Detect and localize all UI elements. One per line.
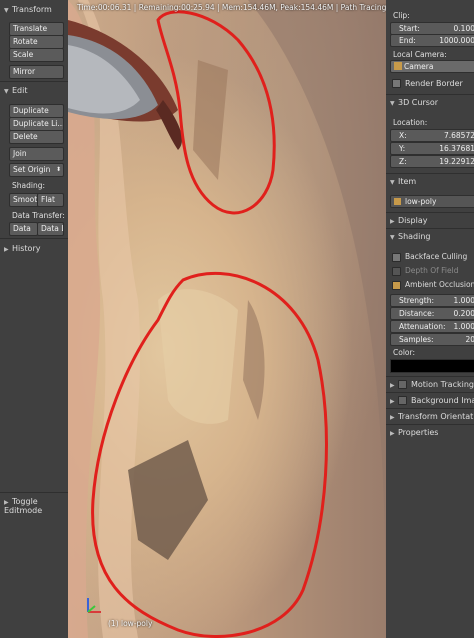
- divider: [386, 228, 474, 229]
- cursor-x-field[interactable]: X: 7.68572: [390, 129, 474, 142]
- collapsed-arrow-icon: ▶: [390, 430, 395, 437]
- delete-button[interactable]: Delete: [9, 130, 64, 144]
- ao-distance-field[interactable]: Distance: 0.200: [390, 307, 474, 320]
- backface-culling-checkbox[interactable]: Backface Culling: [386, 250, 474, 264]
- expand-arrow-icon: ▼: [390, 234, 395, 241]
- smooth-button[interactable]: Smoot: [9, 193, 39, 207]
- expand-arrow-icon: ▼: [390, 100, 395, 107]
- 3d-viewport[interactable]: Time:00:06.31 | Remaining:00:25.94 | Mem…: [68, 0, 386, 638]
- edit-panel-header[interactable]: ▼ Edit: [0, 83, 28, 98]
- render-status-text: Time:00:06.31 | Remaining:00:25.94 | Mem…: [77, 3, 386, 12]
- collapsed-arrow-icon: ▶: [390, 382, 395, 389]
- translate-button[interactable]: Translate: [9, 22, 64, 36]
- background-images-panel-header[interactable]: ▶ Background Ima: [386, 394, 474, 408]
- cursor-z-field[interactable]: Z: 19.22912: [390, 155, 474, 168]
- ao-color-label: Color:: [393, 348, 415, 357]
- checkbox-checked-icon: [392, 280, 401, 290]
- operator-panel-header[interactable]: ▶ Toggle Editmode: [0, 494, 68, 518]
- 3d-cursor-panel-header[interactable]: ▼ 3D Cursor: [386, 96, 474, 110]
- clip-end-field[interactable]: End: 1000.000: [390, 34, 474, 47]
- divider: [386, 94, 474, 95]
- dropdown-arrows-icon: ⬍: [55, 166, 61, 173]
- checkbox-icon: [398, 380, 407, 389]
- ao-color-swatch[interactable]: [390, 359, 474, 373]
- collapsed-arrow-icon: ▶: [390, 398, 395, 405]
- divider: [386, 392, 474, 393]
- history-panel-header[interactable]: ▶ History: [0, 241, 40, 256]
- shading-panel-header[interactable]: ▼ Shading: [386, 230, 474, 244]
- texture-patch: [243, 300, 265, 420]
- divider: [386, 424, 474, 425]
- item-panel-header[interactable]: ▼ Item: [386, 175, 474, 189]
- expand-arrow-icon: ▼: [4, 88, 9, 95]
- ao-strength-field[interactable]: Strength: 1.000: [390, 294, 474, 307]
- divider: [386, 376, 474, 377]
- camera-icon: [394, 62, 402, 70]
- expand-arrow-icon: ▼: [390, 179, 395, 186]
- join-button[interactable]: Join: [9, 147, 64, 161]
- dark-patch: [128, 440, 208, 560]
- collapsed-arrow-icon: ▶: [390, 218, 395, 225]
- transform-orientations-panel-header[interactable]: ▶ Transform Orientatio: [386, 410, 474, 424]
- ao-samples-field[interactable]: Samples: 20: [390, 333, 474, 346]
- render-border-checkbox[interactable]: Render Border: [386, 77, 474, 91]
- duplicate-linked-button[interactable]: Duplicate Li...: [9, 117, 64, 131]
- local-camera-field[interactable]: Camera: [390, 60, 474, 73]
- checkbox-icon: [392, 79, 401, 88]
- shading-label: Shading:: [12, 181, 45, 190]
- cursor-y-field[interactable]: Y: 16.37681: [390, 142, 474, 155]
- checkbox-icon: [398, 396, 407, 405]
- duplicate-button[interactable]: Duplicate: [9, 104, 64, 118]
- set-origin-dropdown[interactable]: Set Origin ⬍: [9, 163, 64, 177]
- tool-shelf: ▼ Transform Translate Rotate Scale Mirror…: [0, 0, 68, 638]
- divider: [0, 492, 68, 493]
- light-patch: [158, 289, 238, 424]
- rotate-button[interactable]: Rotate: [9, 35, 64, 49]
- checkbox-icon: [392, 252, 401, 262]
- local-camera-label: Local Camera:: [393, 50, 447, 59]
- transform-panel-header[interactable]: ▼ Transform: [0, 2, 52, 17]
- ambient-occlusion-checkbox[interactable]: Ambient Occlusion: [386, 278, 474, 292]
- texture-patch: [193, 60, 228, 180]
- divider: [386, 173, 474, 174]
- clip-label: Clip:: [393, 11, 410, 20]
- divider: [0, 238, 68, 239]
- flat-button[interactable]: Flat: [37, 193, 64, 207]
- collapsed-arrow-icon: ▶: [390, 414, 395, 421]
- divider: [386, 212, 474, 213]
- active-object-label: (1) low-poly: [108, 619, 153, 628]
- checkbox-icon: [392, 266, 401, 276]
- display-panel-header[interactable]: ▶ Display: [386, 214, 474, 228]
- properties-region: Clip: Start: 0.100 End: 1000.000 Local C…: [386, 0, 474, 638]
- depth-of-field-checkbox[interactable]: Depth Of Field: [386, 264, 474, 278]
- scale-button[interactable]: Scale: [9, 48, 64, 62]
- ao-attenuation-field[interactable]: Attenuation: 1.000: [390, 320, 474, 333]
- object-icon: [394, 198, 401, 205]
- expand-arrow-icon: ▼: [4, 7, 9, 14]
- collapsed-arrow-icon: ▶: [4, 499, 9, 506]
- render-canvas: [68, 0, 386, 638]
- divider: [386, 408, 474, 409]
- mirror-button[interactable]: Mirror: [9, 65, 64, 79]
- collapsed-arrow-icon: ▶: [4, 246, 9, 253]
- location-label: Location:: [393, 118, 428, 127]
- motion-tracking-panel-header[interactable]: ▶ Motion Tracking: [386, 378, 474, 392]
- object-name-field[interactable]: low-poly: [390, 195, 474, 208]
- properties-panel-header[interactable]: ▶ Properties: [386, 426, 474, 440]
- data-transfer-label: Data Transfer:: [12, 211, 65, 220]
- data-layout-button[interactable]: Data L: [37, 222, 64, 236]
- divider: [0, 81, 68, 82]
- data-button[interactable]: Data: [9, 222, 38, 236]
